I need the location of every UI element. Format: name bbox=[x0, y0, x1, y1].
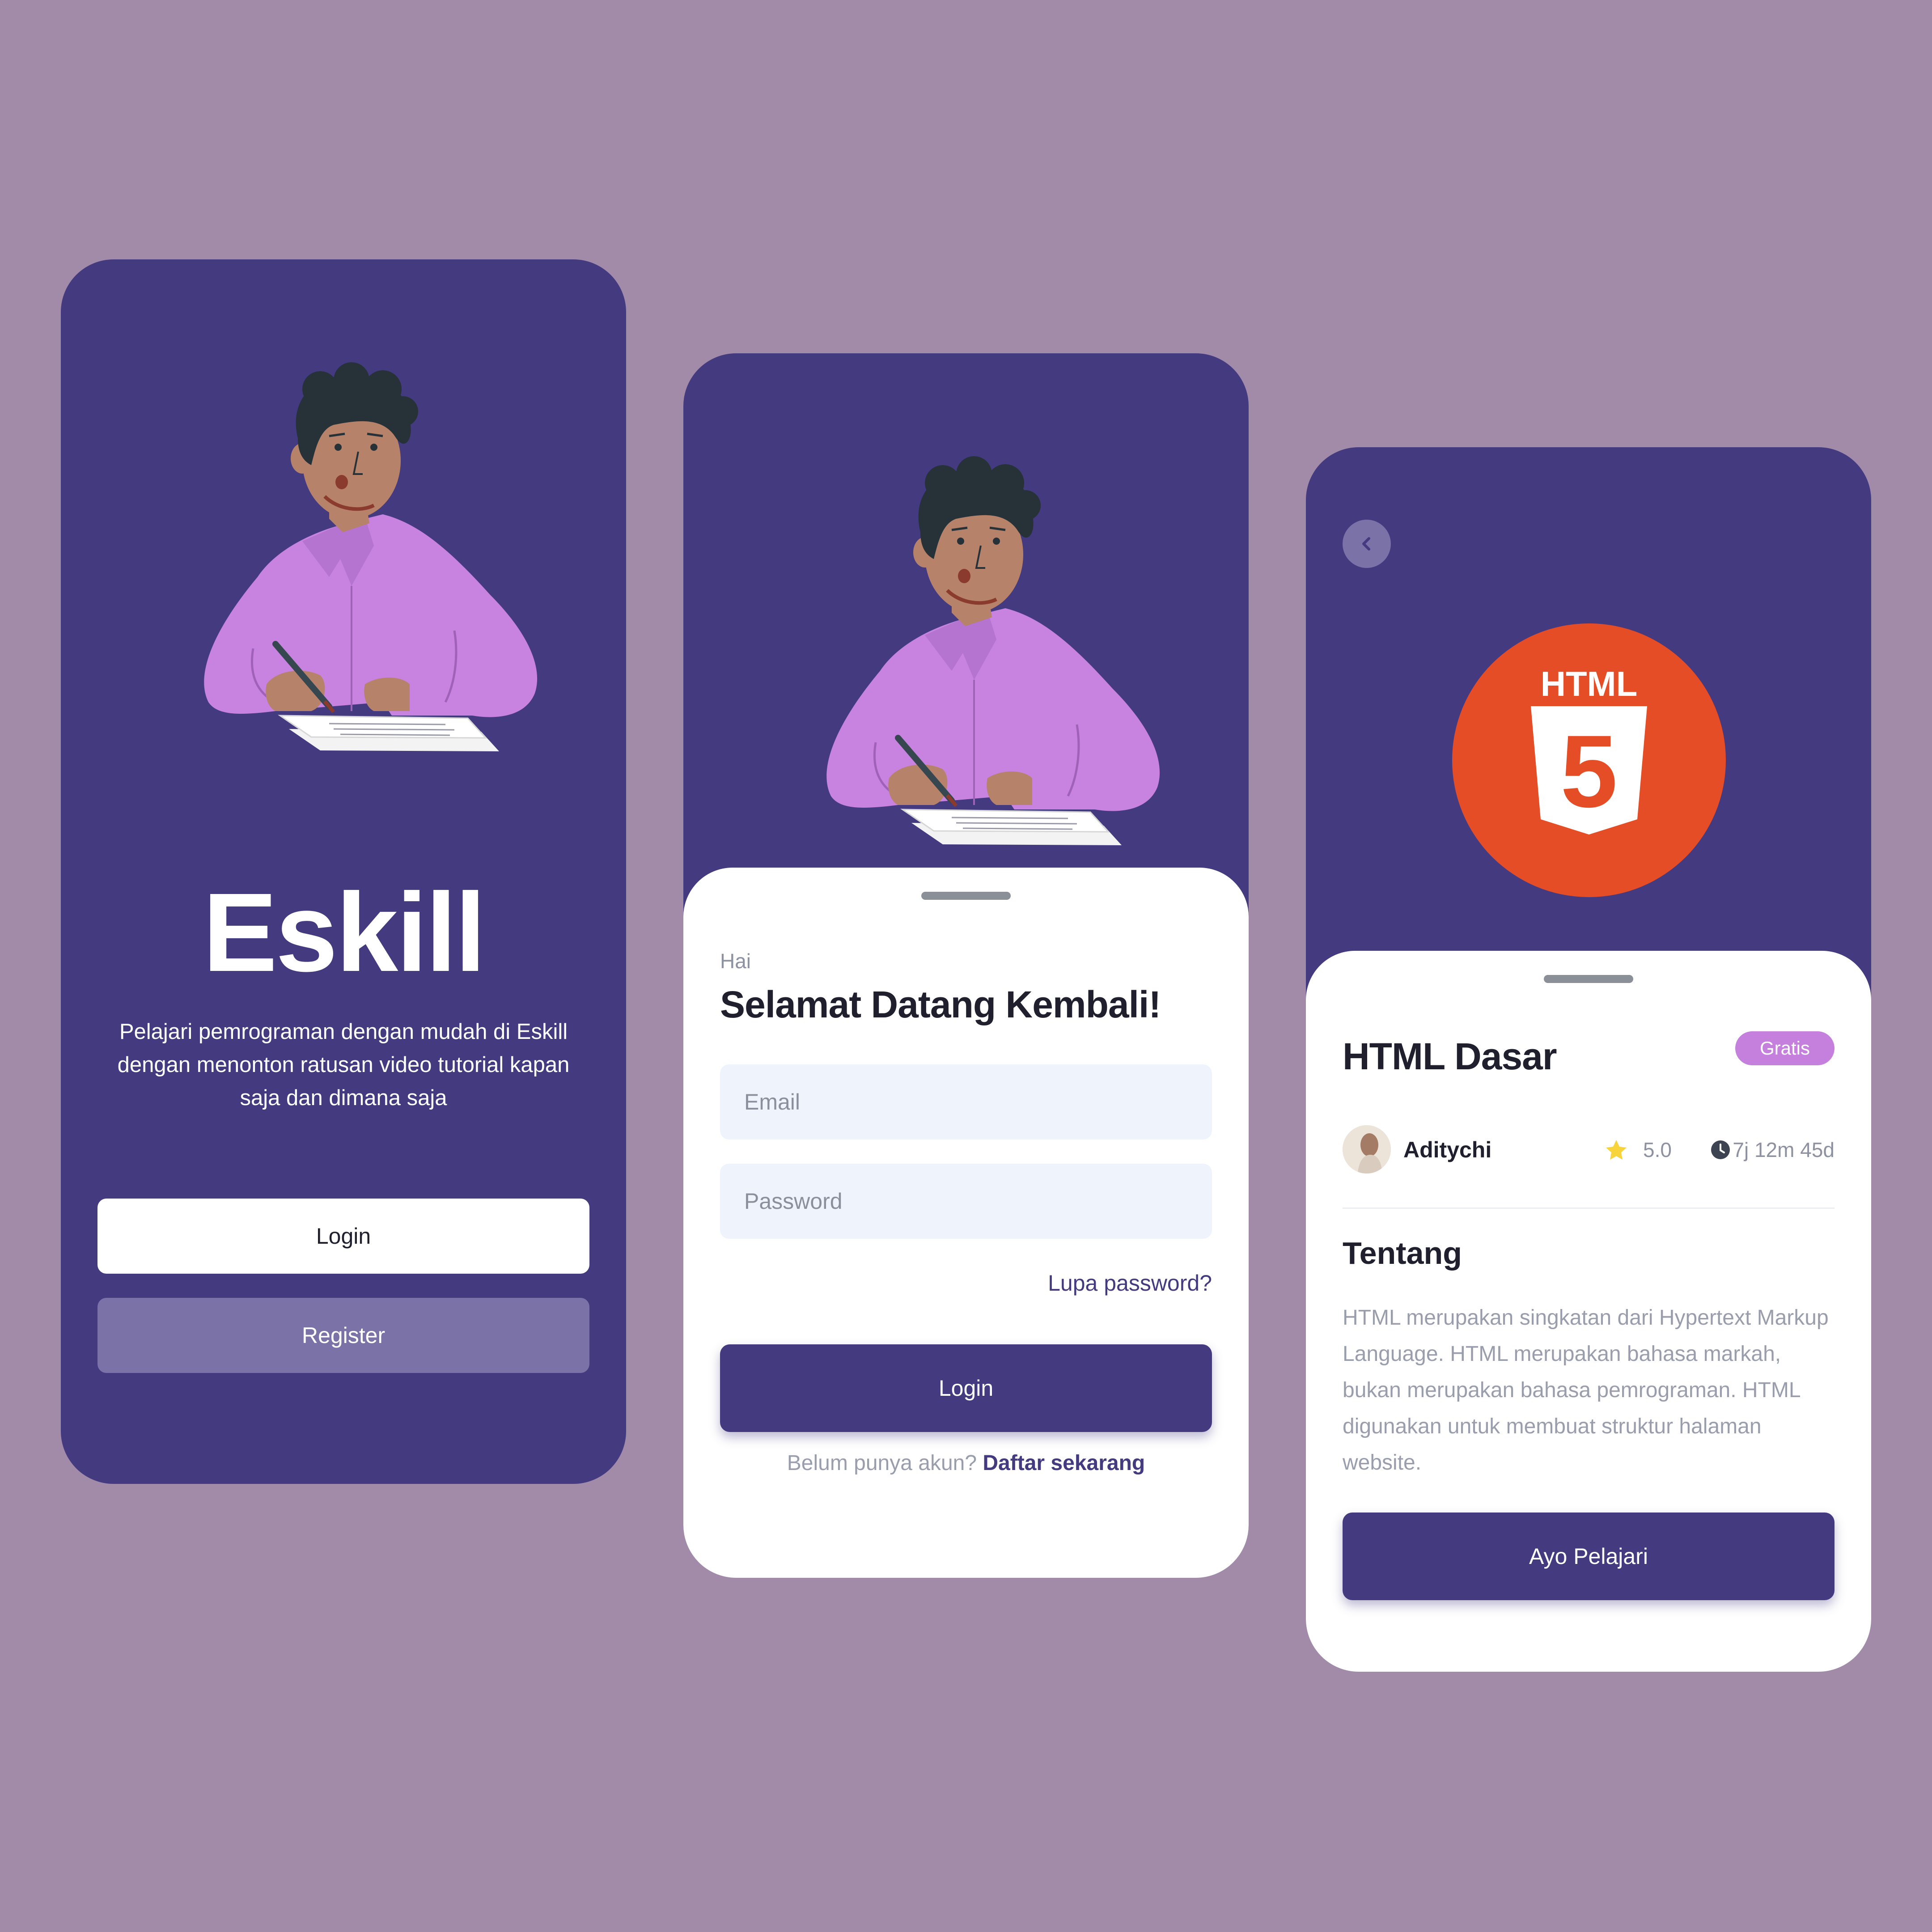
avatar[interactable] bbox=[1343, 1125, 1391, 1174]
forgot-password-link[interactable]: Lupa password? bbox=[1048, 1270, 1212, 1296]
html5-icon: HTML 5 bbox=[1531, 664, 1647, 835]
clock-icon bbox=[1711, 1140, 1730, 1159]
no-account-text: Belum punya akun? bbox=[787, 1451, 977, 1475]
signup-prompt: Belum punya akun? Daftar sekarang bbox=[683, 1451, 1249, 1475]
course-sheet: HTML Dasar Gratis Aditychi 5.0 7j 12m 45… bbox=[1306, 951, 1871, 1672]
greeting: Hai bbox=[720, 949, 751, 973]
password-field[interactable]: Password bbox=[720, 1164, 1212, 1239]
app-name: Eskill bbox=[203, 870, 486, 995]
author-avatar-image bbox=[1343, 1125, 1391, 1174]
about-heading: Tentang bbox=[1343, 1236, 1462, 1271]
email-field[interactable]: Email bbox=[720, 1064, 1212, 1140]
register-button[interactable]: Register bbox=[97, 1298, 589, 1373]
back-button[interactable] bbox=[1343, 520, 1391, 568]
login-screen: Hai Selamat Datang Kembali! Email Passwo… bbox=[683, 353, 1249, 1578]
student-writing-illustration bbox=[764, 456, 1166, 886]
sheet-handle[interactable] bbox=[921, 892, 1011, 900]
price-badge: Gratis bbox=[1735, 1031, 1835, 1065]
course-detail-screen: HTML 5 HTML Dasar Gratis Aditychi 5.0 7j… bbox=[1306, 447, 1871, 1672]
course-duration: 7j 12m 45d bbox=[1733, 1138, 1835, 1161]
login-button[interactable]: Login bbox=[97, 1199, 589, 1274]
student-writing-illustration bbox=[141, 362, 544, 792]
html5-number: 5 bbox=[1560, 714, 1618, 829]
rating-value: 5.0 bbox=[1643, 1138, 1672, 1161]
login-submit-button[interactable]: Login bbox=[720, 1344, 1212, 1432]
tagline: Pelajari pemrograman dengan mudah di Esk… bbox=[117, 1020, 570, 1110]
author-name[interactable]: Aditychi bbox=[1403, 1137, 1491, 1163]
signup-link[interactable]: Daftar sekarang bbox=[983, 1451, 1145, 1475]
about-text: HTML merupakan singkatan dari Hypertext … bbox=[1343, 1306, 1829, 1474]
divider bbox=[1343, 1208, 1835, 1209]
login-title: Selamat Datang Kembali! bbox=[720, 983, 1161, 1025]
star-icon bbox=[1606, 1140, 1627, 1160]
course-meta: Aditychi 5.0 7j 12m 45d bbox=[1343, 1125, 1835, 1174]
html5-logo: HTML 5 bbox=[1452, 623, 1726, 897]
login-sheet: Hai Selamat Datang Kembali! Email Passwo… bbox=[683, 868, 1249, 1578]
chevron-left-icon bbox=[1362, 537, 1370, 551]
welcome-screen: Eskill Pelajari pemrograman dengan mudah… bbox=[61, 259, 626, 1484]
course-title: HTML Dasar bbox=[1343, 1035, 1557, 1077]
sheet-handle[interactable] bbox=[1544, 975, 1633, 983]
html5-label: HTML bbox=[1541, 664, 1638, 703]
start-learning-button[interactable]: Ayo Pelajari bbox=[1343, 1513, 1835, 1600]
